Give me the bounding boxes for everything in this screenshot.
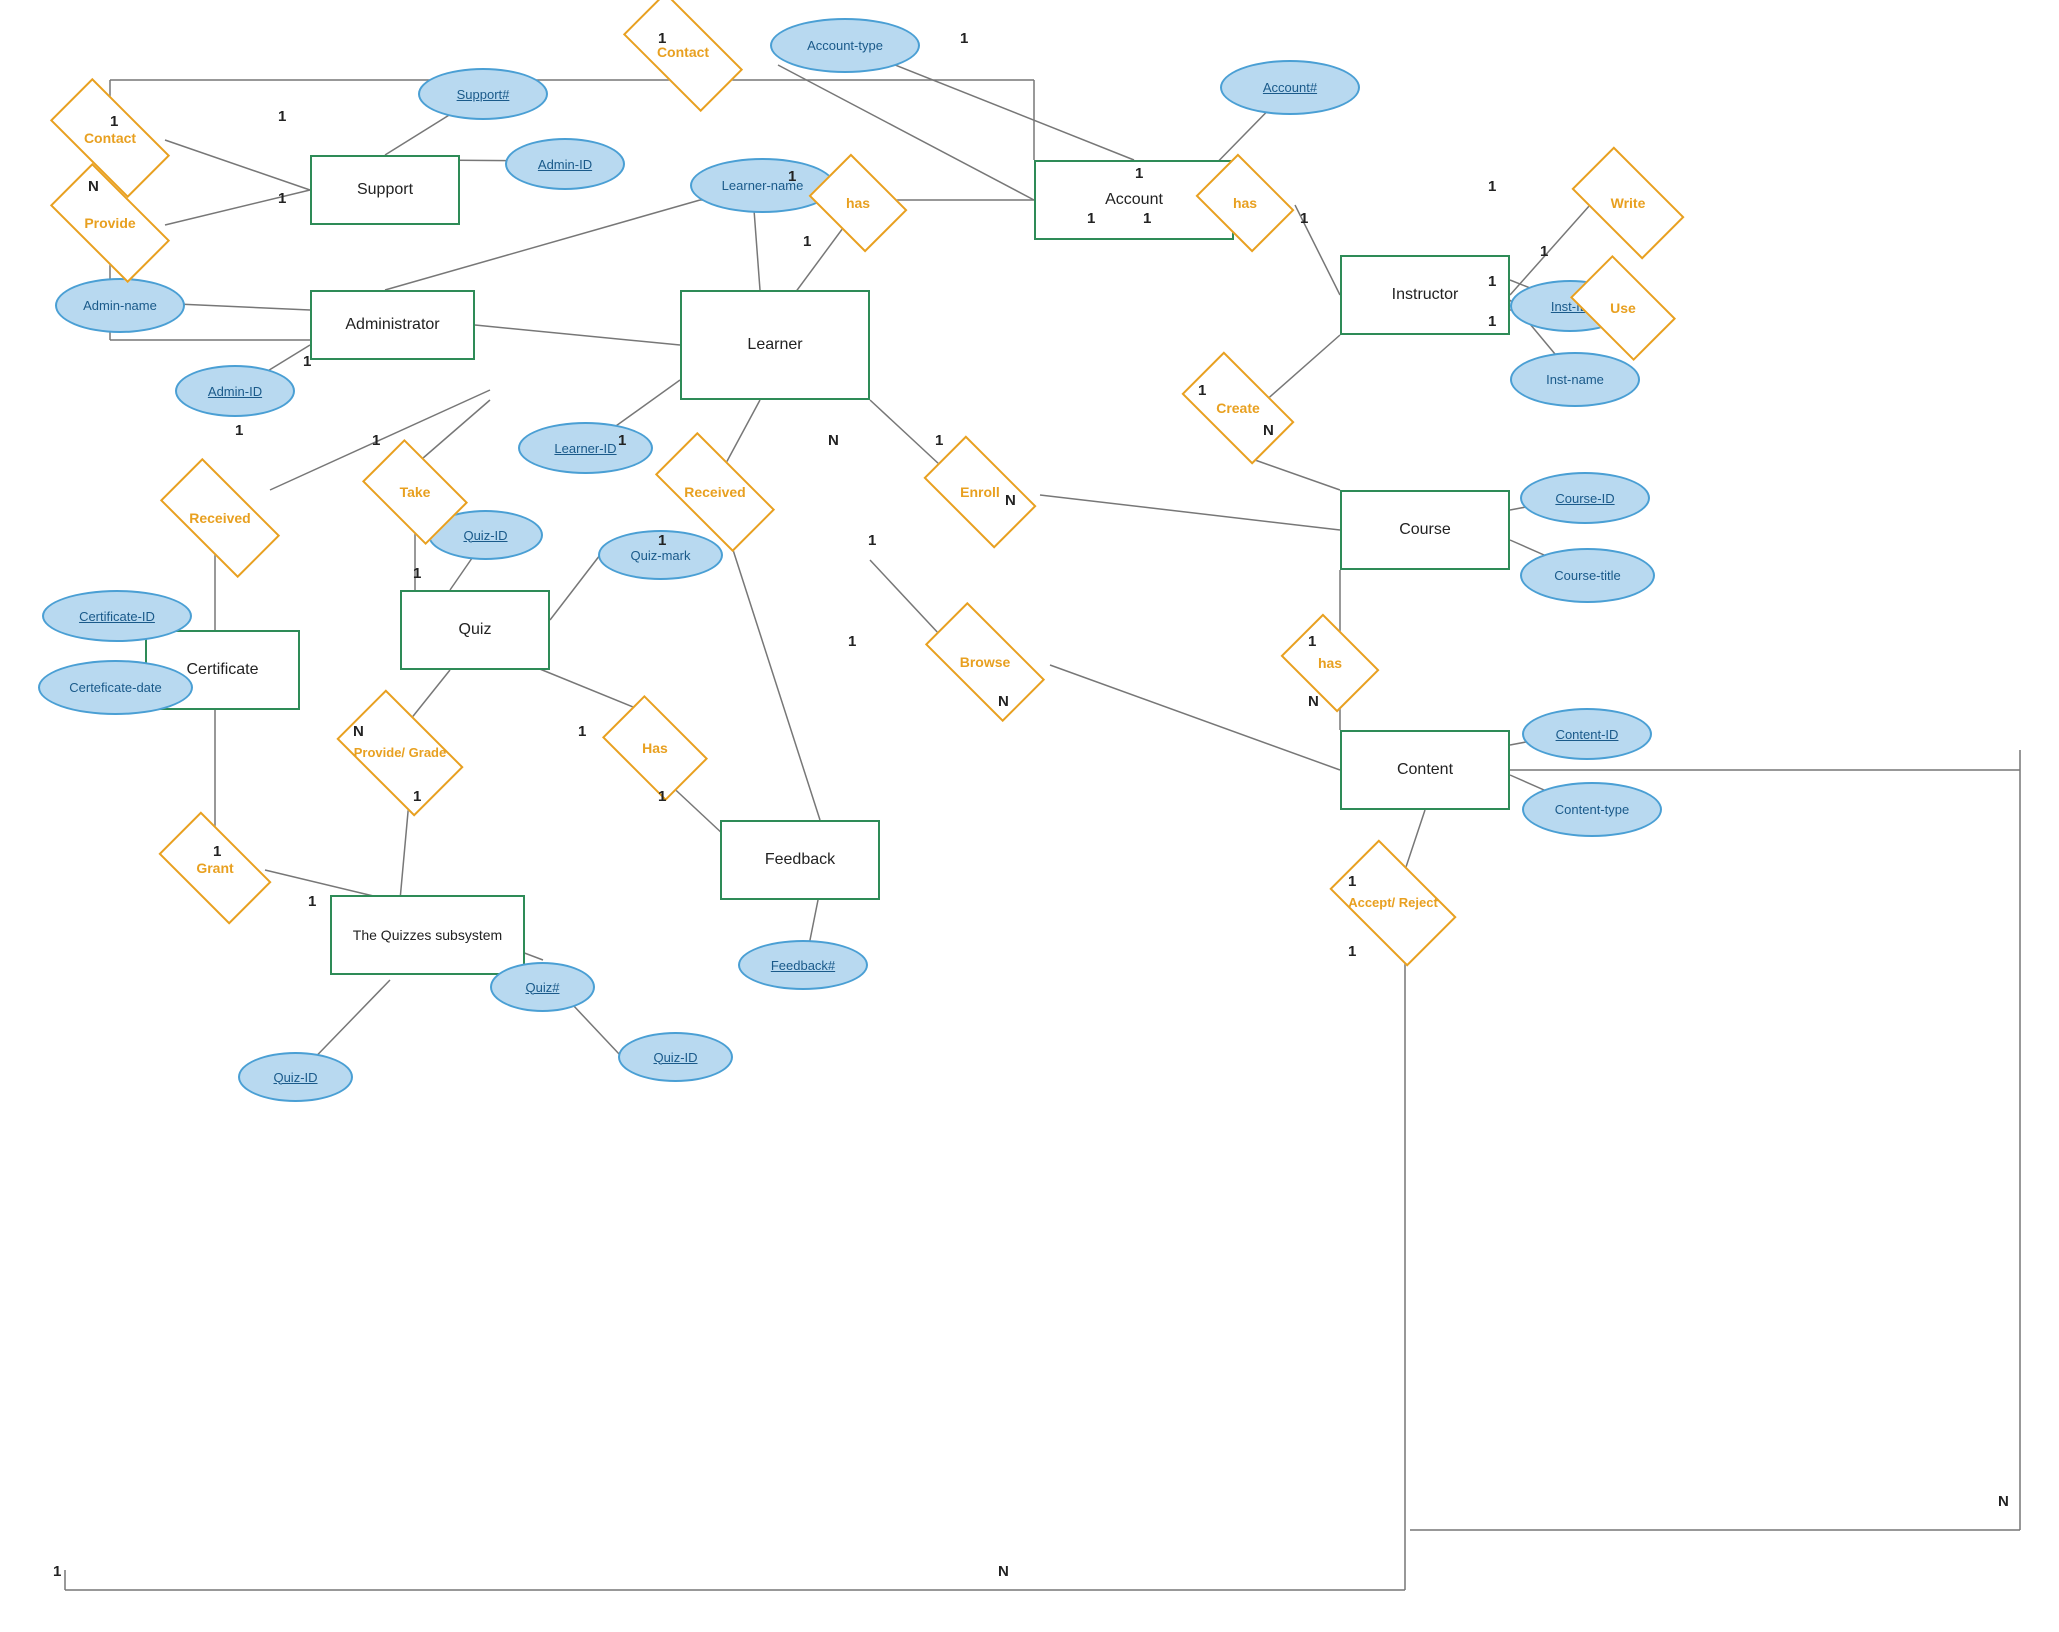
card-7: N (88, 178, 99, 195)
attr-account-type: Account-type (770, 18, 920, 73)
attr-account-num: Account# (1220, 60, 1360, 115)
card-19: N (828, 432, 839, 449)
card-43: N (1998, 1493, 2009, 1510)
rel-received-cert: Received (165, 488, 275, 548)
rel-provide: Provide (55, 193, 165, 253)
card-21: 1 (935, 432, 943, 449)
card-6: 1 (278, 108, 286, 125)
attr-content-type: Content-type (1522, 782, 1662, 837)
attr-content-id: Content-ID (1522, 708, 1652, 760)
rel-has-course: has (1290, 633, 1370, 693)
attr-admin-id-main: Admin-ID (175, 365, 295, 417)
entity-content: Content (1340, 730, 1510, 810)
attr-quiz-num-sub: Quiz# (490, 962, 595, 1012)
card-23: 1 (1198, 382, 1206, 399)
card-39: 1 (213, 843, 221, 860)
card-9: 1 (788, 168, 796, 185)
card-4: 1 (1143, 210, 1151, 227)
card-17: 1 (618, 432, 626, 449)
entity-course: Course (1340, 490, 1510, 570)
entity-administrator: Administrator (310, 290, 475, 360)
entity-support: Support (310, 155, 460, 225)
rel-contact-top: Contact (628, 22, 738, 82)
rel-take: Take (370, 462, 460, 522)
attr-support-num: Support# (418, 68, 548, 120)
card-31: 1 (848, 633, 856, 650)
rel-use: Use (1578, 278, 1668, 338)
attr-cert-date: Certeficate-date (38, 660, 193, 715)
card-35: 1 (578, 723, 586, 740)
entity-quizzes-subsystem: The Quizzes subsystem (330, 895, 525, 975)
card-28: 1 (1488, 313, 1496, 330)
attr-learner-id: Learner-ID (518, 422, 653, 474)
attr-quiz-id-bottom: Quiz-ID (238, 1052, 353, 1102)
entity-learner: Learner (680, 290, 870, 400)
card-40: 1 (308, 893, 316, 910)
rel-browse: Browse (930, 632, 1040, 692)
card-12: 1 (1087, 210, 1095, 227)
card-30: N (1308, 693, 1319, 710)
attr-course-id: Course-ID (1520, 472, 1650, 524)
card-22: N (1005, 492, 1016, 509)
er-connections (0, 0, 2059, 1632)
attr-admin-name: Admin-name (55, 278, 185, 333)
attr-learner-name: Learner-name (690, 158, 835, 213)
card-25: 1 (1488, 178, 1496, 195)
attr-course-title: Course-title (1520, 548, 1655, 603)
attr-quiz-id-sub: Quiz-ID (618, 1032, 733, 1082)
card-2: 1 (960, 30, 968, 47)
rel-has-feedback: Has (610, 718, 700, 778)
card-3: 1 (1135, 165, 1143, 182)
entity-quiz: Quiz (400, 590, 550, 670)
attr-feedback-num: Feedback# (738, 940, 868, 990)
card-42: N (998, 1563, 1009, 1580)
card-15: 1 (372, 432, 380, 449)
card-18: 1 (658, 532, 666, 549)
card-26: 1 (1540, 243, 1548, 260)
card-34: 1 (413, 788, 421, 805)
card-38: 1 (1348, 943, 1356, 960)
card-14: 1 (235, 422, 243, 439)
card-8: 1 (278, 190, 286, 207)
attr-inst-name: Inst-name (1510, 352, 1640, 407)
attr-admin-id-support: Admin-ID (505, 138, 625, 190)
card-33: N (353, 723, 364, 740)
rel-has-instructor: has (1205, 173, 1285, 233)
card-27: 1 (1488, 273, 1496, 290)
er-diagram: Account Support Administrator Learner In… (0, 0, 2059, 1632)
card-16: 1 (413, 565, 421, 582)
card-29: 1 (1308, 633, 1316, 650)
card-24: N (1263, 422, 1274, 439)
card-20: 1 (868, 532, 876, 549)
card-5: 1 (110, 113, 118, 130)
card-37: 1 (1348, 873, 1356, 890)
rel-received-grade: Received (660, 462, 770, 522)
rel-write: Write (1578, 173, 1678, 233)
card-36: 1 (658, 788, 666, 805)
card-13: 1 (303, 353, 311, 370)
rel-has-learner: has (818, 173, 898, 233)
card-41: 1 (53, 1563, 61, 1580)
attr-cert-id: Certificate-ID (42, 590, 192, 642)
card-10: 1 (803, 233, 811, 250)
entity-instructor: Instructor (1340, 255, 1510, 335)
card-11: 1 (1300, 210, 1308, 227)
entity-feedback: Feedback (720, 820, 880, 900)
card-32: N (998, 693, 1009, 710)
